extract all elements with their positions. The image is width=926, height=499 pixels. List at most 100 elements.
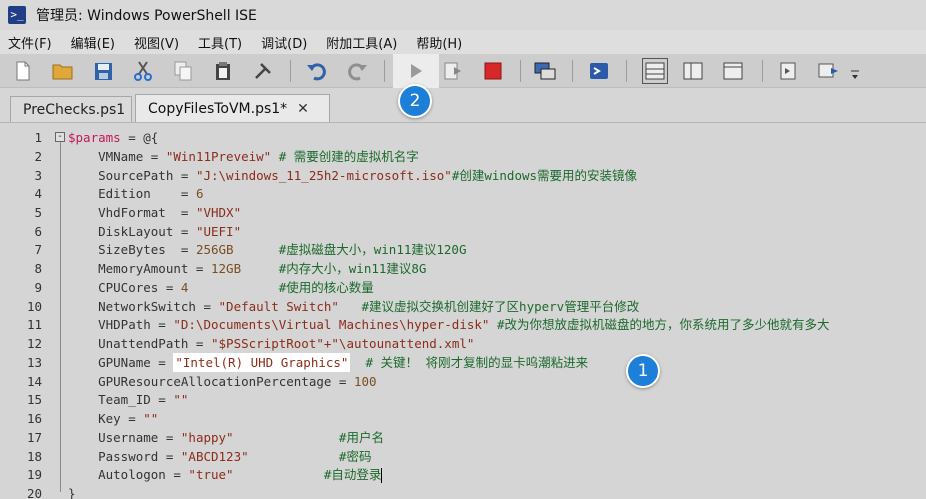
code-comment: #改为你想放虚拟机磁盘的地方，你系统用了多少他就有多大 xyxy=(489,317,830,332)
code-value: "J:\windows_11_25h2-microsoft.iso" xyxy=(195,168,452,183)
title-bar: >_ 管理员: Windows PowerShell ISE xyxy=(0,0,926,30)
code-value: "$PSScriptRoot"+"\autounattend.xml" xyxy=(211,336,475,351)
code-key: UnattendPath = xyxy=(68,336,211,351)
new-file-icon[interactable] xyxy=(12,60,34,82)
code-line: Team_ID = "" xyxy=(68,390,188,409)
line-number: 2 xyxy=(34,149,42,164)
line-number: 17 xyxy=(26,430,42,445)
code-value: "" xyxy=(173,392,189,407)
code-key: SourcePath = xyxy=(68,168,196,183)
code-comment: # 关键！ 将刚才复制的显卡呜潮粘进来 xyxy=(350,355,589,370)
show-script-top-icon[interactable] xyxy=(642,58,668,84)
remote-powershell-icon[interactable] xyxy=(534,60,556,82)
annotation-badge-2: 2 xyxy=(398,84,432,118)
code-value: "true" xyxy=(188,467,234,482)
line-number: 20 xyxy=(26,486,42,499)
collapse-region-icon[interactable]: - xyxy=(55,132,65,142)
code-line: VMName = "Win11Preveiw" # 需要创建的虚拟机名字 xyxy=(68,147,419,166)
code-line: Password = "ABCD123" #密码 xyxy=(68,447,371,466)
code-line: GPUResourceAllocationPercentage = 100 xyxy=(68,372,376,391)
show-addon-icon[interactable] xyxy=(818,60,840,82)
code-line: Username = "happy" #用户名 xyxy=(68,428,384,447)
line-number: 12 xyxy=(26,336,42,351)
code-value: "happy" xyxy=(180,430,234,445)
powershell-console-icon[interactable] xyxy=(588,60,610,82)
toolbar-separator xyxy=(384,60,385,82)
tab-label: CopyFilesToVM.ps1* xyxy=(148,100,288,117)
show-script-maximized-icon[interactable] xyxy=(722,60,744,82)
code-key: NetworkSwitch = xyxy=(68,299,219,314)
code-line: MemoryAmount = 12GB #内存大小，win11建议8G xyxy=(68,259,426,278)
powershell-app-icon: >_ xyxy=(8,6,26,24)
run-script-icon[interactable] xyxy=(405,60,427,82)
close-icon[interactable]: ✕ xyxy=(297,101,309,117)
code-key: MemoryAmount = xyxy=(68,261,211,276)
text-cursor xyxy=(381,468,383,483)
paste-icon[interactable] xyxy=(212,60,234,82)
code-line: GPUName = "Intel(R) UHD Graphics" # 关键！ … xyxy=(68,353,588,372)
clear-icon[interactable] xyxy=(252,60,274,82)
menu-help[interactable]: 帮助(H) xyxy=(416,33,462,52)
line-number: 9 xyxy=(34,280,42,295)
menu-view[interactable]: 视图(V) xyxy=(134,33,179,52)
toolbar-separator xyxy=(290,60,291,82)
line-number: 14 xyxy=(26,374,42,389)
code-line: VhdFormat = "VHDX" xyxy=(68,203,241,222)
code-value: "VHDX" xyxy=(195,205,242,220)
line-number: 3 xyxy=(34,168,42,183)
code-key: DiskLayout = xyxy=(68,224,196,239)
code-key: Password = xyxy=(68,449,181,464)
menu-addons[interactable]: 附加工具(A) xyxy=(326,33,397,52)
window-title: 管理员: Windows PowerShell ISE xyxy=(36,8,257,24)
menu-debug[interactable]: 调试(D) xyxy=(261,33,307,52)
code-value: "D:\Documents\Virtual Machines\hyper-dis… xyxy=(173,317,490,332)
code-line: Autologon = "true" #自动登录 xyxy=(68,465,383,484)
show-command-icon[interactable] xyxy=(778,60,800,82)
run-selection-icon[interactable] xyxy=(442,60,464,82)
line-number: 7 xyxy=(34,242,42,257)
toolbar-separator xyxy=(572,60,573,82)
save-icon[interactable] xyxy=(92,60,114,82)
tab-copyfilestovm[interactable]: CopyFilesToVM.ps1* ✕ xyxy=(135,94,330,122)
menu-edit[interactable]: 编辑(E) xyxy=(71,33,115,52)
line-number: 8 xyxy=(34,261,42,276)
code-comment: #密码 xyxy=(248,449,372,464)
line-number: 10 xyxy=(26,299,42,314)
code-text: } xyxy=(68,486,76,499)
redo-icon[interactable] xyxy=(346,60,368,82)
code-text: = @{ xyxy=(120,130,159,145)
script-tab-bar: PreChecks.ps1 CopyFilesToVM.ps1* ✕ xyxy=(0,88,926,122)
code-key: GPUResourceAllocationPercentage = xyxy=(68,374,354,389)
code-comment: #创建windows需要用的安装镜像 xyxy=(451,168,638,183)
line-number: 13 xyxy=(26,355,42,370)
menu-file[interactable]: 文件(F) xyxy=(8,33,52,52)
code-key: CPUCores = xyxy=(68,280,181,295)
code-comment: # 需要创建的虚拟机名字 xyxy=(271,149,419,164)
cut-icon[interactable] xyxy=(132,60,154,82)
fold-guide xyxy=(60,142,61,492)
code-value: "ABCD123" xyxy=(180,449,249,464)
open-folder-icon[interactable] xyxy=(52,60,74,82)
undo-icon[interactable] xyxy=(306,60,328,82)
code-line: SizeBytes = 256GB #虚拟磁盘大小，win11建议120G xyxy=(68,240,466,259)
code-line: CPUCores = 4 #使用的核心数量 xyxy=(68,278,374,297)
code-comment: #自动登录 xyxy=(233,467,382,482)
toolbar-overflow-icon[interactable] xyxy=(848,64,862,86)
line-number: 6 xyxy=(34,224,42,239)
code-key: Edition = xyxy=(68,186,196,201)
tab-prechecks[interactable]: PreChecks.ps1 xyxy=(10,96,132,122)
menu-tools[interactable]: 工具(T) xyxy=(198,33,242,52)
code-value: "" xyxy=(143,411,159,426)
code-line: $params = @{ xyxy=(68,128,158,147)
toolbar-separator xyxy=(520,60,521,82)
code-key: Autologon = xyxy=(68,467,189,482)
code-line: SourcePath = "J:\windows_11_25h2-microso… xyxy=(68,166,637,185)
line-number: 5 xyxy=(34,205,42,220)
code-value: "Default Switch" xyxy=(218,299,339,314)
code-line: Key = "" xyxy=(68,409,158,428)
copy-icon[interactable] xyxy=(172,60,194,82)
stop-icon[interactable] xyxy=(482,60,504,82)
script-editor[interactable]: 1 2 3 4 5 6 7 8 9 10 11 12 13 14 15 16 1… xyxy=(0,122,926,499)
code-comment: #用户名 xyxy=(233,430,384,445)
show-script-right-icon[interactable] xyxy=(682,60,704,82)
